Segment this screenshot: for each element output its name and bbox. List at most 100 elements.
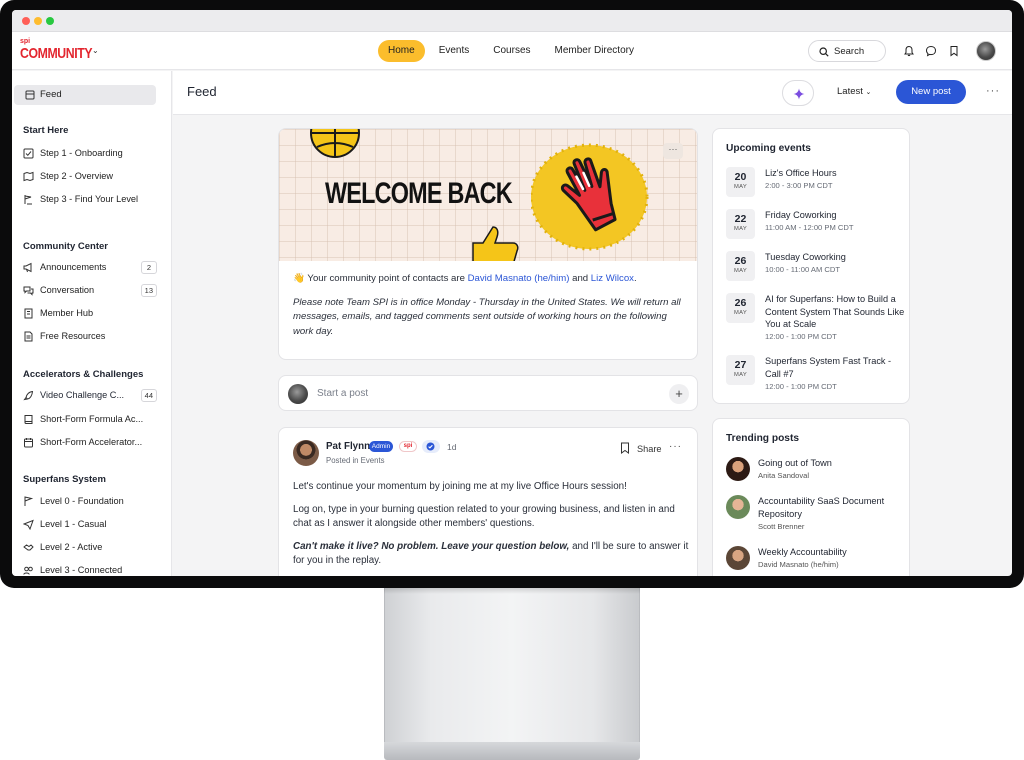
event-month: MAY	[733, 268, 748, 274]
sidebar-item-member-hub[interactable]: Member Hub	[23, 305, 161, 323]
event-day: 26	[734, 297, 747, 309]
nav-tab-courses[interactable]: Courses	[483, 40, 540, 62]
author-avatar	[726, 495, 750, 519]
rocket-icon	[23, 390, 34, 401]
window-minimize-button[interactable]	[34, 17, 42, 25]
admin-badge: Admin	[369, 441, 393, 452]
sidebar-item-level-3[interactable]: Level 3 - Connected	[23, 562, 161, 576]
bookmark-icon[interactable]	[620, 442, 630, 454]
more-options-icon[interactable]: ···	[669, 441, 682, 452]
bell-icon[interactable]	[903, 45, 915, 57]
author-avatar[interactable]	[293, 440, 319, 466]
paper-plane-icon	[23, 519, 34, 530]
conversation-icon	[23, 286, 34, 296]
post-location[interactable]: Posted in Events	[326, 456, 385, 465]
post-timestamp[interactable]: 1d	[447, 442, 456, 452]
contact-link-david[interactable]: David Masnato (he/him)	[468, 273, 570, 284]
more-options-icon[interactable]: ···	[663, 143, 683, 159]
post-body: Let's continue your momentum by joining …	[293, 480, 689, 576]
window-close-button[interactable]	[22, 17, 30, 25]
post-composer[interactable]: Start a post +	[278, 375, 698, 411]
welcome-banner-title: WELCOME BACK	[325, 177, 513, 210]
monitor-stand-base	[384, 742, 640, 760]
event-date: 26 MAY	[726, 293, 755, 323]
sort-label: Latest	[837, 86, 863, 97]
sidebar-section-community-center: Community Center	[23, 241, 108, 252]
building-icon	[24, 308, 33, 319]
sidebar-item-find-your-level[interactable]: Step 3 - Find Your Level	[23, 191, 161, 209]
map-icon	[23, 171, 34, 182]
contacts-intro: 👋 Your community point of contacts are	[293, 273, 468, 284]
trending-author: Scott Brenner	[758, 522, 805, 531]
event-month: MAY	[733, 226, 748, 232]
feed-header: Feed Latest ⌄ New post ···	[173, 71, 1012, 115]
search-label: Search	[834, 46, 865, 57]
sidebar-item-free-resources[interactable]: Free Resources	[23, 328, 161, 346]
nav-tab-events[interactable]: Events	[429, 40, 480, 62]
nav-tab-member-directory[interactable]: Member Directory	[545, 40, 644, 62]
sidebar-item-conversation[interactable]: Conversation 13	[23, 282, 161, 300]
sidebar-item-level-2[interactable]: Level 2 - Active	[23, 539, 161, 557]
office-hours-note: Please note Team SPI is in office Monday…	[293, 296, 681, 337]
sidebar-item-short-form-formula[interactable]: Short-Form Formula Ac...	[23, 411, 161, 429]
trending-title: Accountability SaaS Document Repository	[758, 496, 885, 519]
post-paragraph: Let's continue your momentum by joining …	[293, 481, 627, 492]
page-title: Feed	[187, 84, 217, 99]
composer-placeholder: Start a post	[317, 388, 369, 399]
share-button[interactable]: Share	[637, 444, 662, 454]
trending-author: Anita Sandoval	[758, 471, 810, 480]
trending-posts-title: Trending posts	[726, 433, 800, 444]
search-button[interactable]: Search	[808, 40, 886, 62]
upcoming-events-card: Upcoming events 20 MAY Liz's Office Hours…	[712, 128, 910, 404]
more-options-icon[interactable]: ···	[986, 85, 1000, 97]
contact-link-liz[interactable]: Liz Wilcox	[591, 273, 634, 284]
post-author[interactable]: Pat Flynn	[326, 441, 370, 452]
new-post-button[interactable]: New post	[896, 80, 966, 104]
user-avatar	[288, 384, 308, 404]
user-avatar[interactable]	[976, 41, 996, 61]
event-date: 26 MAY	[726, 251, 755, 281]
sidebar-item-short-form-accelerator[interactable]: Short-Form Accelerator...	[23, 434, 161, 452]
event-time: 12:00 - 1:00 PM CDT	[765, 332, 837, 341]
sidebar-section-accelerators: Accelerators & Challenges	[23, 369, 144, 380]
main-nav-tabs: Home Events Courses Member Directory	[378, 40, 644, 62]
chat-icon[interactable]	[925, 45, 937, 57]
ai-assistant-button[interactable]	[782, 80, 814, 106]
event-day: 26	[734, 255, 747, 267]
event-month: MAY	[733, 310, 748, 316]
monitor-stand	[384, 586, 640, 746]
sidebar-item-label: Short-Form Formula Ac...	[40, 414, 144, 424]
sidebar-item-level-1[interactable]: Level 1 - Casual	[23, 516, 161, 534]
sidebar-item-label: Step 2 - Overview	[40, 171, 114, 181]
post-paragraph: Log on, type in your burning question re…	[293, 503, 675, 530]
nav-tab-home[interactable]: Home	[378, 40, 425, 62]
event-date: 22 MAY	[726, 209, 755, 239]
sort-dropdown[interactable]: Latest ⌄	[837, 86, 871, 97]
window-maximize-button[interactable]	[46, 17, 54, 25]
sidebar-item-announcements[interactable]: Announcements 2	[23, 259, 161, 277]
post-card: Pat Flynn Admin spi 1d Posted in Events …	[278, 427, 698, 576]
event-month: MAY	[733, 184, 748, 190]
sidebar: Feed Start Here Step 1 - Onboarding Step…	[12, 71, 172, 576]
add-icon[interactable]: +	[669, 384, 689, 404]
upcoming-events-title: Upcoming events	[726, 143, 811, 154]
sidebar-item-label: Step 1 - Onboarding	[40, 148, 123, 158]
author-avatar	[726, 546, 750, 570]
sidebar-item-video-challenge[interactable]: Video Challenge C... 44	[23, 387, 161, 405]
feed-icon	[25, 90, 35, 100]
sidebar-item-onboarding[interactable]: Step 1 - Onboarding	[23, 145, 161, 163]
sidebar-item-label: Step 3 - Find Your Level	[40, 194, 139, 204]
chevron-down-icon[interactable]: ⌄	[92, 46, 99, 55]
sidebar-section-superfans-system: Superfans System	[23, 474, 106, 485]
sidebar-item-overview[interactable]: Step 2 - Overview	[23, 168, 161, 186]
bookmark-icon[interactable]	[948, 45, 960, 57]
event-date: 27 MAY	[726, 355, 755, 385]
sidebar-item-level-0[interactable]: Level 0 - Foundation	[23, 493, 161, 511]
unread-count-badge: 2	[141, 261, 157, 274]
community-logo[interactable]: spi COMMUNITY ⌄	[20, 38, 100, 64]
document-icon	[24, 331, 33, 342]
spi-badge: spi	[399, 441, 417, 452]
trending-title: Going out of Town	[758, 458, 832, 468]
sidebar-item-label: Free Resources	[40, 331, 106, 341]
sidebar-item-feed[interactable]: Feed	[14, 85, 156, 105]
